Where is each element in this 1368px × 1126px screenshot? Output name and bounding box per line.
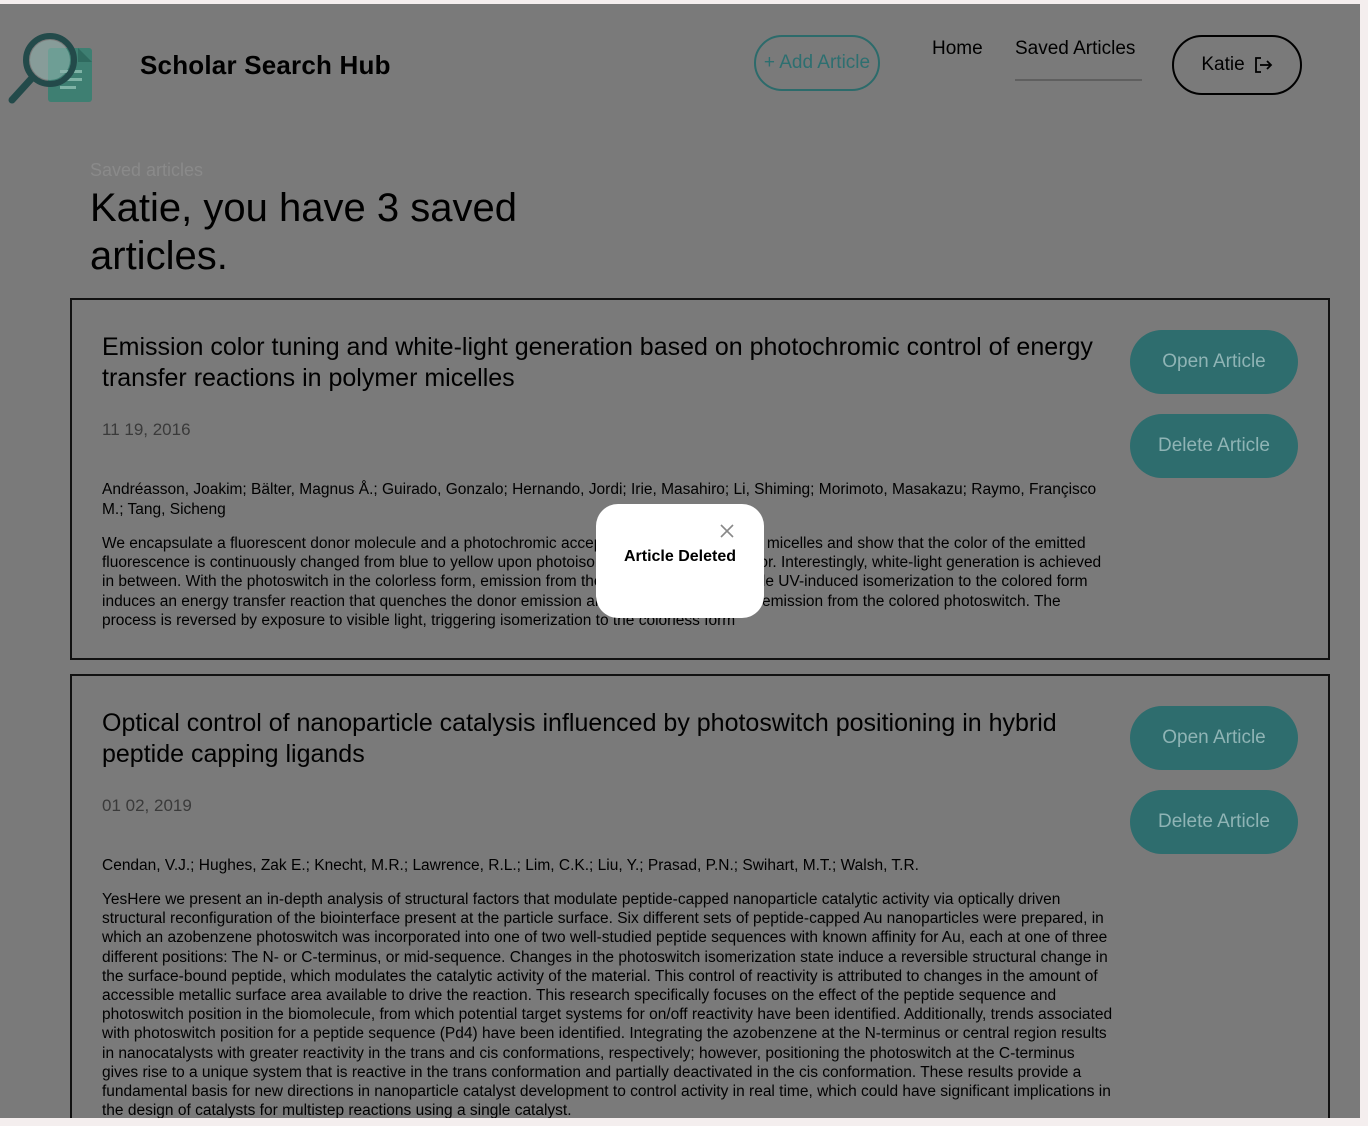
article-abstract: YesHere we present an in-depth analysis … <box>102 891 1113 1118</box>
article-card: Optical control of nanoparticle catalysi… <box>70 674 1330 1118</box>
article-deleted-modal: Article Deleted <box>596 504 764 618</box>
modal-message: Article Deleted <box>623 548 737 565</box>
logout-icon <box>1254 57 1272 73</box>
nav-home-link[interactable]: Home <box>932 38 983 60</box>
logo-icon <box>8 33 92 104</box>
open-article-button[interactable]: Open Article <box>1130 706 1298 770</box>
open-article-button[interactable]: Open Article <box>1130 330 1298 394</box>
close-icon[interactable] <box>718 522 736 540</box>
active-nav-underline <box>1015 79 1142 81</box>
nav-saved-articles-link[interactable]: Saved Articles <box>1015 38 1135 60</box>
article-title: Emission color tuning and white-light ge… <box>102 333 1093 392</box>
user-logout-button[interactable]: Katie <box>1172 35 1302 95</box>
article-date: 01 02, 2019 <box>102 796 192 815</box>
article-authors: Cendan, V.J.; Hughes, Zak E.; Knecht, M.… <box>102 857 919 874</box>
article-title: Optical control of nanoparticle catalysi… <box>102 709 1057 768</box>
user-name: Katie <box>1201 54 1245 75</box>
app-page: Scholar Search Hub + Add Article Home Sa… <box>0 4 1360 1118</box>
delete-article-button[interactable]: Delete Article <box>1130 414 1298 478</box>
page-title: Katie, you have 3 saved articles. <box>90 186 517 278</box>
article-date: 11 19, 2016 <box>102 420 191 439</box>
breadcrumb: Saved articles <box>90 160 204 180</box>
delete-article-button[interactable]: Delete Article <box>1130 790 1298 854</box>
brand-name[interactable]: Scholar Search Hub <box>140 50 391 81</box>
add-article-button[interactable]: + Add Article <box>754 35 880 91</box>
